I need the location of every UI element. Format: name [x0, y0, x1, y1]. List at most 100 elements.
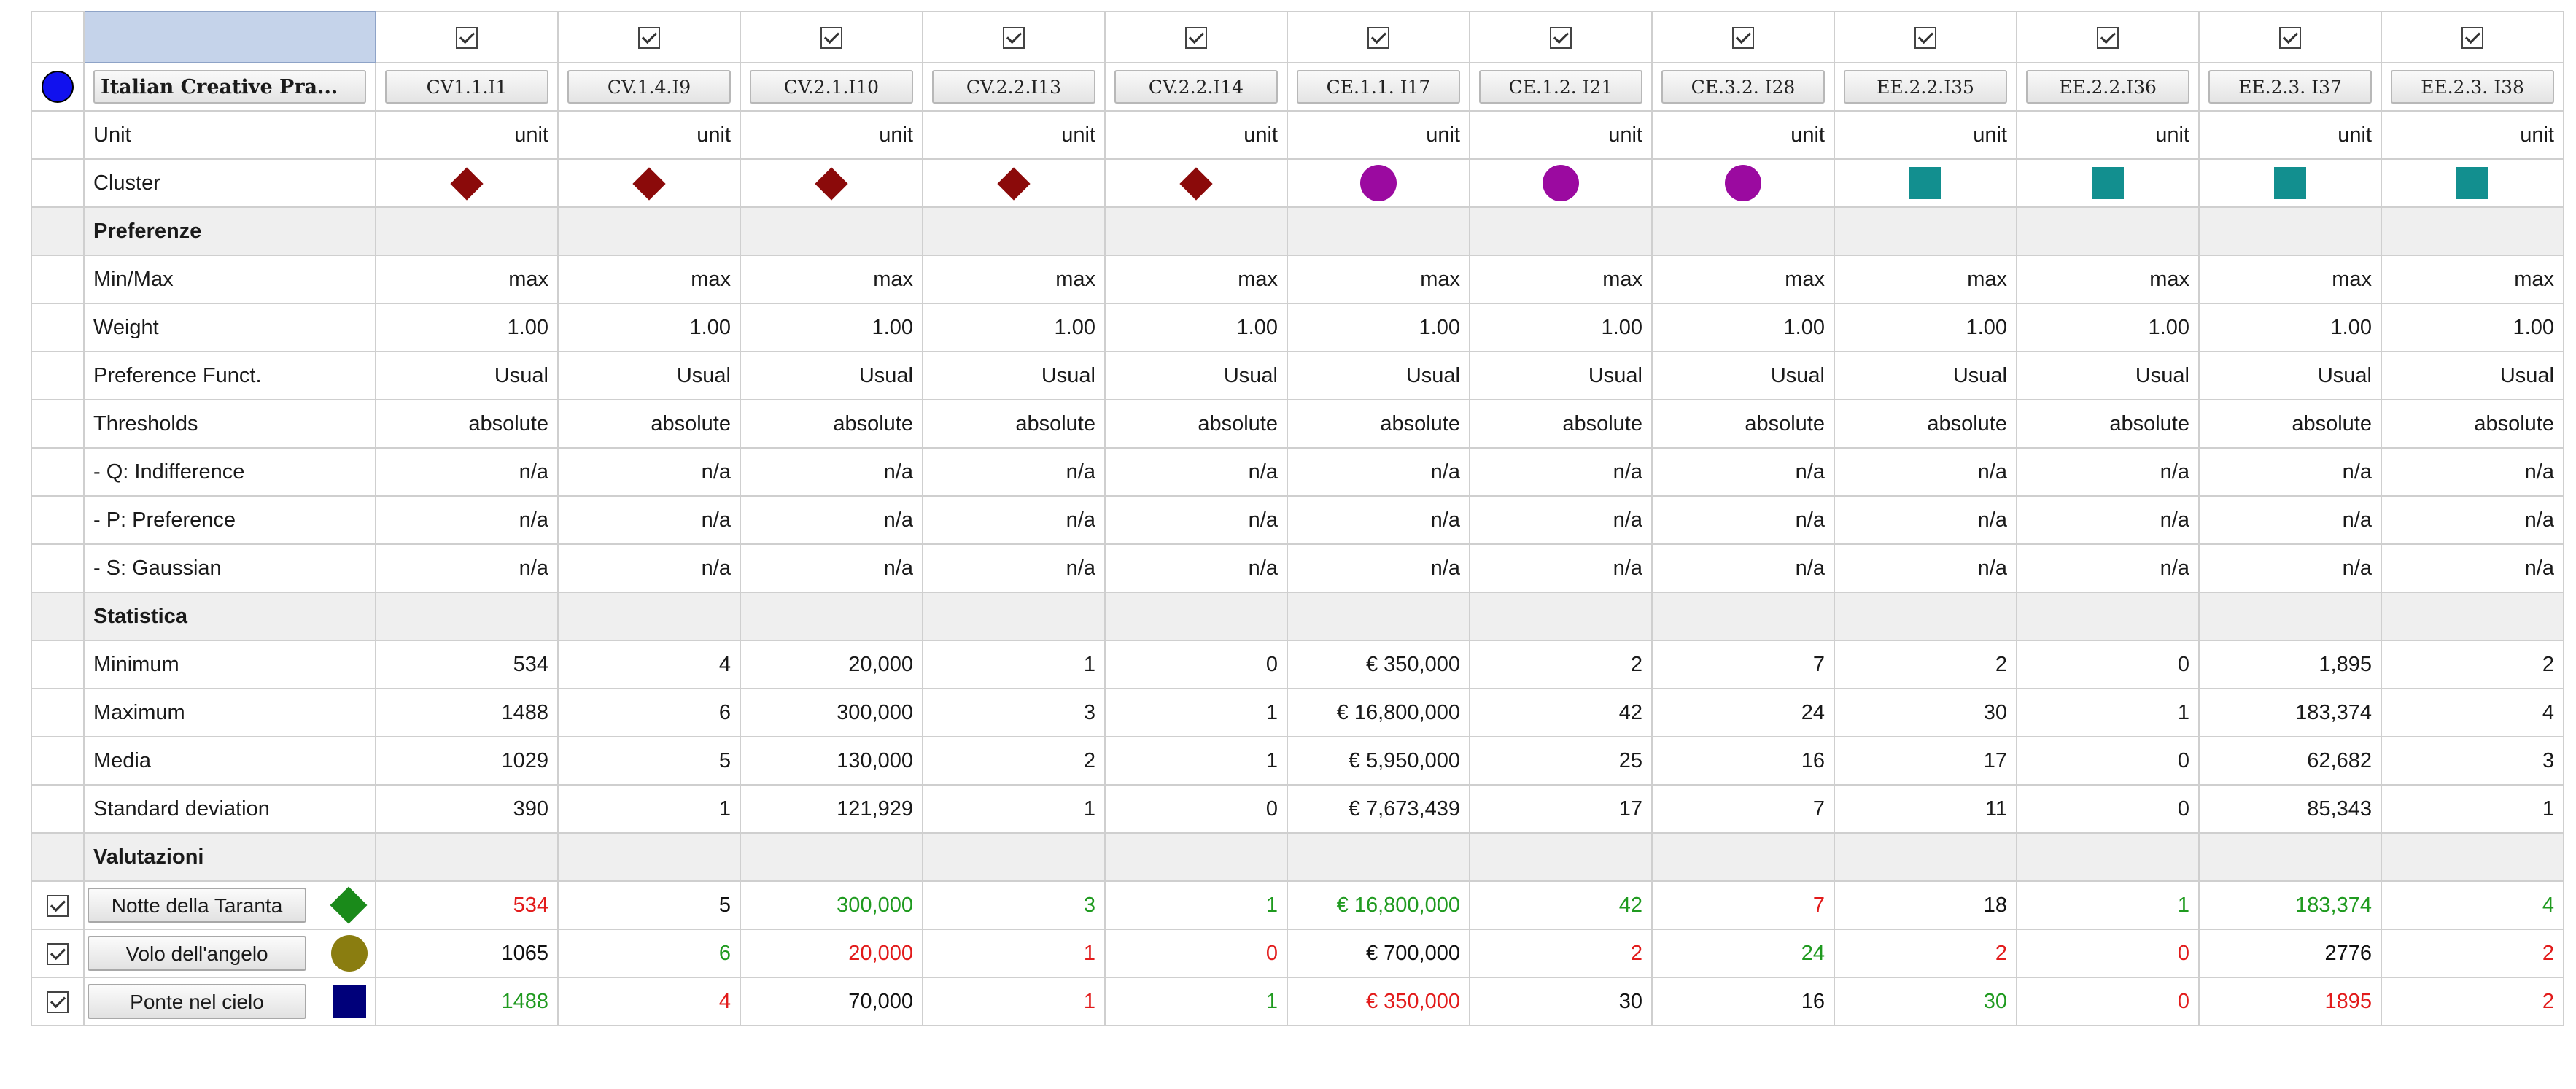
row-value-cell[interactable]: max — [375, 255, 559, 304]
criterion-enable-cell[interactable] — [2198, 11, 2382, 63]
evaluation-value[interactable]: 1 — [2178, 894, 2189, 917]
criterion-button[interactable]: EE.2.3. I38 — [2391, 70, 2554, 104]
evaluation-value[interactable]: 2 — [1631, 942, 1642, 965]
row-value[interactable]: max — [691, 268, 731, 291]
row-value-cell[interactable]: n/a — [2381, 543, 2564, 593]
row-value[interactable]: n/a — [2343, 460, 2372, 484]
criterion-button[interactable]: CV1.1.I1 — [385, 70, 548, 104]
row-value-cell[interactable]: 1.00 — [1287, 303, 1470, 352]
evaluation-cell[interactable]: 0 — [2016, 977, 2200, 1026]
row-value-cell[interactable]: n/a — [1651, 543, 1835, 593]
row-value[interactable]: max — [508, 268, 548, 291]
row-value-cell[interactable]: n/a — [1834, 543, 2017, 593]
row-value[interactable]: n/a — [1978, 557, 2007, 580]
row-value[interactable]: 1.00 — [1602, 316, 1642, 339]
row-value[interactable]: absolute — [1015, 412, 1095, 435]
criterion-enable-cell[interactable] — [1469, 11, 1653, 63]
evaluation-value[interactable]: 1065 — [501, 942, 548, 965]
row-value[interactable]: absolute — [2474, 412, 2554, 435]
evaluation-value[interactable]: 1 — [1266, 990, 1278, 1013]
evaluation-value[interactable]: 24 — [1801, 942, 1825, 965]
criterion-header-cell[interactable]: CE.1.1. I17 — [1287, 62, 1470, 112]
row-value-cell[interactable]: 1.00 — [922, 303, 1106, 352]
evaluation-value[interactable]: 20,000 — [848, 942, 913, 965]
row-value-cell[interactable]: max — [1834, 255, 2017, 304]
row-value[interactable]: absolute — [2109, 412, 2189, 435]
row-value[interactable]: max — [1055, 268, 1095, 291]
evaluation-value[interactable]: 1895 — [2324, 990, 2372, 1013]
row-value-cell[interactable]: n/a — [375, 543, 559, 593]
evaluation-cell[interactable]: 1065 — [375, 929, 559, 978]
evaluation-cell[interactable]: 300,000 — [740, 880, 923, 930]
criterion-enable-cell[interactable] — [1104, 11, 1288, 63]
row-value-cell[interactable]: n/a — [740, 447, 923, 497]
row-value-cell[interactable]: 1.00 — [2016, 303, 2200, 352]
row-value[interactable]: Usual — [1224, 364, 1278, 387]
row-value[interactable]: Usual — [1953, 364, 2007, 387]
row-value-cell[interactable]: n/a — [2381, 495, 2564, 545]
row-value-cell[interactable]: n/a — [1287, 495, 1470, 545]
row-value[interactable]: n/a — [1249, 557, 1278, 580]
row-value-cell[interactable]: absolute — [1834, 399, 2017, 449]
criterion-enable-cell[interactable] — [1834, 11, 2017, 63]
row-value-cell[interactable]: absolute — [1287, 399, 1470, 449]
row-value[interactable]: n/a — [1431, 460, 1460, 484]
evaluation-value[interactable]: € 350,000 — [1366, 990, 1460, 1013]
evaluation-cell[interactable]: 2 — [1834, 929, 2017, 978]
row-value[interactable]: n/a — [1066, 460, 1095, 484]
row-value[interactable]: Usual — [1041, 364, 1095, 387]
criterion-enable-cell[interactable] — [2016, 11, 2200, 63]
row-value[interactable]: 1.00 — [1966, 316, 2007, 339]
evaluation-cell[interactable]: 30 — [1834, 977, 2017, 1026]
row-value-cell[interactable]: Usual — [1469, 351, 1653, 400]
row-value-cell[interactable]: max — [2381, 255, 2564, 304]
row-value[interactable]: n/a — [1066, 557, 1095, 580]
evaluation-cell[interactable]: 30 — [1469, 977, 1653, 1026]
row-value[interactable]: 1.00 — [1055, 316, 1095, 339]
row-value-cell[interactable]: n/a — [1104, 543, 1288, 593]
row-value-cell[interactable]: 1.00 — [1651, 303, 1835, 352]
evaluation-value[interactable]: 2 — [2542, 942, 2554, 965]
row-value[interactable]: n/a — [2160, 460, 2189, 484]
criterion-button[interactable]: CV.1.4.I9 — [567, 70, 731, 104]
criterion-enable-cell[interactable] — [2381, 11, 2564, 63]
row-value-cell[interactable]: absolute — [1651, 399, 1835, 449]
evaluation-value[interactable]: 1488 — [501, 990, 548, 1013]
evaluation-value[interactable]: 0 — [2178, 990, 2189, 1013]
row-value[interactable]: max — [2514, 268, 2554, 291]
criterion-header-cell[interactable]: EE.2.3. I37 — [2198, 62, 2382, 112]
row-value-cell[interactable]: 1.00 — [740, 303, 923, 352]
row-value[interactable]: Usual — [1771, 364, 1825, 387]
row-value-cell[interactable]: absolute — [1469, 399, 1653, 449]
row-value-cell[interactable]: n/a — [1651, 447, 1835, 497]
criterion-checkbox[interactable] — [1367, 26, 1389, 49]
title-cell[interactable]: Italian Creative Pra... — [83, 62, 376, 112]
row-value-cell[interactable]: max — [740, 255, 923, 304]
row-value[interactable]: absolute — [1745, 412, 1825, 435]
row-value[interactable]: n/a — [1978, 508, 2007, 532]
row-value-cell[interactable]: n/a — [1469, 447, 1653, 497]
row-value[interactable]: absolute — [1927, 412, 2007, 435]
row-value[interactable]: n/a — [884, 460, 913, 484]
evaluation-cell[interactable]: € 700,000 — [1287, 929, 1470, 978]
row-value[interactable]: Usual — [2500, 364, 2554, 387]
row-value[interactable]: n/a — [1431, 557, 1460, 580]
evaluation-cell[interactable]: 1 — [922, 977, 1106, 1026]
row-value-cell[interactable]: Usual — [1834, 351, 2017, 400]
row-value[interactable]: max — [2149, 268, 2189, 291]
row-value-cell[interactable]: 1.00 — [375, 303, 559, 352]
row-value-cell[interactable]: n/a — [1469, 543, 1653, 593]
row-value[interactable]: max — [1420, 268, 1460, 291]
row-value-cell[interactable]: max — [2198, 255, 2382, 304]
criterion-checkbox[interactable] — [1003, 26, 1025, 49]
evaluation-value[interactable]: 2776 — [2324, 942, 2372, 965]
row-value[interactable]: n/a — [1978, 460, 2007, 484]
alternative-name-cell[interactable]: Volo dell'angelo — [83, 929, 376, 978]
row-value[interactable]: absolute — [651, 412, 731, 435]
evaluation-value[interactable]: 2 — [2542, 990, 2554, 1013]
row-value[interactable]: n/a — [519, 460, 548, 484]
evaluation-value[interactable]: 18 — [1984, 894, 2007, 917]
criterion-checkbox[interactable] — [1732, 26, 1754, 49]
row-value-cell[interactable]: absolute — [1104, 399, 1288, 449]
evaluation-cell[interactable]: 0 — [1104, 929, 1288, 978]
